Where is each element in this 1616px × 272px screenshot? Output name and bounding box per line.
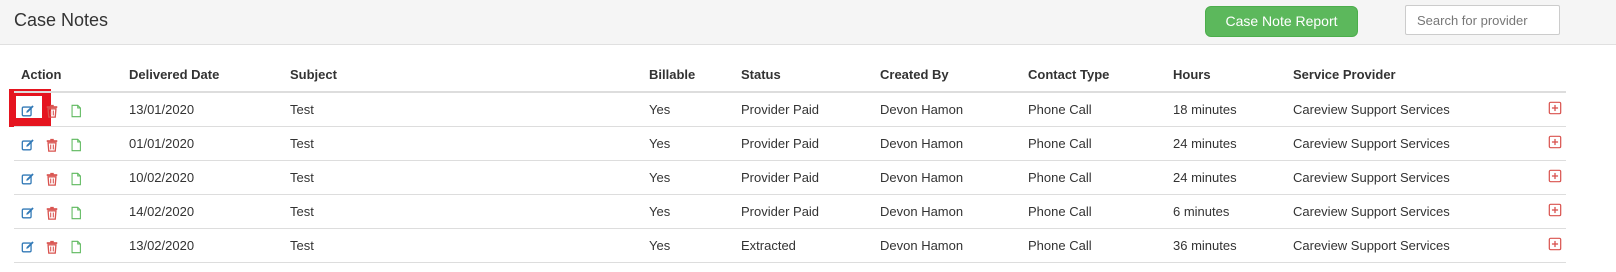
- cell-billable: Yes: [642, 160, 734, 195]
- cell-status: Provider Paid: [734, 194, 873, 229]
- edit-icon[interactable]: [21, 240, 35, 254]
- column-header-status[interactable]: Status: [734, 58, 873, 93]
- cell-billable: Yes: [642, 228, 734, 263]
- cell-service-provider: Careview Support Services: [1286, 160, 1530, 195]
- cell-subject: Test: [283, 160, 642, 195]
- trash-icon[interactable]: [45, 206, 59, 220]
- document-icon[interactable]: [69, 240, 83, 254]
- row-actions: [14, 160, 122, 195]
- column-header-action[interactable]: Action: [14, 58, 122, 93]
- row-expand: [1530, 228, 1566, 263]
- column-header-contact-type[interactable]: Contact Type: [1021, 58, 1166, 93]
- row-expand: [1530, 126, 1566, 161]
- table-row[interactable]: 13/02/2020 Test Yes Extracted Devon Hamon Pho…: [14, 228, 1566, 263]
- plus-square-icon[interactable]: [1548, 203, 1562, 217]
- cell-created-by: Devon Hamon: [873, 160, 1021, 195]
- column-header-service-provider[interactable]: Service Provider: [1286, 58, 1530, 93]
- case-notes-table: Action Delivered Date Subject Billable S…: [14, 58, 1566, 263]
- case-note-report-button[interactable]: Case Note Report: [1205, 6, 1358, 37]
- document-icon[interactable]: [69, 138, 83, 152]
- document-icon[interactable]: [69, 172, 83, 186]
- plus-square-icon[interactable]: [1548, 101, 1562, 115]
- column-header-created-by[interactable]: Created By: [873, 58, 1021, 93]
- trash-icon[interactable]: [45, 104, 59, 118]
- plus-square-icon[interactable]: [1548, 169, 1562, 183]
- cell-service-provider: Careview Support Services: [1286, 194, 1530, 229]
- cell-contact-type: Phone Call: [1021, 92, 1166, 127]
- column-header-expand: [1530, 58, 1566, 93]
- cell-created-by: Devon Hamon: [873, 92, 1021, 127]
- table-row[interactable]: 14/02/2020 Test Yes Provider Paid Devon Hamo…: [14, 194, 1566, 229]
- row-actions: [14, 92, 122, 127]
- plus-square-icon[interactable]: [1548, 135, 1562, 149]
- cell-hours: 24 minutes: [1166, 126, 1286, 161]
- cell-service-provider: Careview Support Services: [1286, 228, 1530, 263]
- cell-contact-type: Phone Call: [1021, 228, 1166, 263]
- table-header-row: Action Delivered Date Subject Billable S…: [14, 58, 1566, 93]
- row-actions: [14, 228, 122, 263]
- row-expand: [1530, 92, 1566, 127]
- document-icon[interactable]: [69, 104, 83, 118]
- column-header-hours[interactable]: Hours: [1166, 58, 1286, 93]
- cell-service-provider: Careview Support Services: [1286, 126, 1530, 161]
- plus-square-icon[interactable]: [1548, 237, 1562, 251]
- edit-icon[interactable]: [21, 206, 35, 220]
- cell-subject: Test: [283, 92, 642, 127]
- trash-icon[interactable]: [45, 138, 59, 152]
- cell-status: Provider Paid: [734, 92, 873, 127]
- provider-search-input[interactable]: [1405, 5, 1560, 35]
- cell-subject: Test: [283, 194, 642, 229]
- cell-hours: 6 minutes: [1166, 194, 1286, 229]
- edit-icon[interactable]: [21, 138, 35, 152]
- cell-status: Extracted: [734, 228, 873, 263]
- row-expand: [1530, 194, 1566, 229]
- trash-icon[interactable]: [45, 240, 59, 254]
- cell-hours: 18 minutes: [1166, 92, 1286, 127]
- row-actions: [14, 126, 122, 161]
- row-actions: [14, 194, 122, 229]
- cell-subject: Test: [283, 228, 642, 263]
- column-header-subject[interactable]: Subject: [283, 58, 642, 93]
- cell-delivered-date: 13/01/2020: [122, 92, 283, 127]
- cell-delivered-date: 14/02/2020: [122, 194, 283, 229]
- edit-icon[interactable]: [21, 104, 35, 118]
- row-expand: [1530, 160, 1566, 195]
- cell-contact-type: Phone Call: [1021, 160, 1166, 195]
- page-title: Case Notes: [14, 10, 109, 30]
- cell-created-by: Devon Hamon: [873, 126, 1021, 161]
- cell-subject: Test: [283, 126, 642, 161]
- cell-delivered-date: 01/01/2020: [122, 126, 283, 161]
- cell-billable: Yes: [642, 92, 734, 127]
- cell-hours: 24 minutes: [1166, 160, 1286, 195]
- page-header: Case Notes Case Note Report: [0, 0, 1616, 45]
- cell-delivered-date: 10/02/2020: [122, 160, 283, 195]
- cell-service-provider: Careview Support Services: [1286, 92, 1530, 127]
- table-row[interactable]: 01/01/2020 Test Yes Provider Paid Devon Hamo…: [14, 126, 1566, 161]
- cell-billable: Yes: [642, 126, 734, 161]
- trash-icon[interactable]: [45, 172, 59, 186]
- table-row[interactable]: 13/01/2020 Test Yes Provider Paid Devon Hamo…: [14, 92, 1566, 127]
- document-icon[interactable]: [69, 206, 83, 220]
- cell-status: Provider Paid: [734, 160, 873, 195]
- cell-billable: Yes: [642, 194, 734, 229]
- edit-icon[interactable]: [21, 172, 35, 186]
- cell-status: Provider Paid: [734, 126, 873, 161]
- cell-hours: 36 minutes: [1166, 228, 1286, 263]
- cell-delivered-date: 13/02/2020: [122, 228, 283, 263]
- cell-contact-type: Phone Call: [1021, 194, 1166, 229]
- column-header-delivered-date[interactable]: Delivered Date: [122, 58, 283, 93]
- table-row[interactable]: 10/02/2020 Test Yes Provider Paid Devon Hamo…: [14, 160, 1566, 195]
- cell-contact-type: Phone Call: [1021, 126, 1166, 161]
- cell-created-by: Devon Hamon: [873, 228, 1021, 263]
- cell-created-by: Devon Hamon: [873, 194, 1021, 229]
- column-header-billable[interactable]: Billable: [642, 58, 734, 93]
